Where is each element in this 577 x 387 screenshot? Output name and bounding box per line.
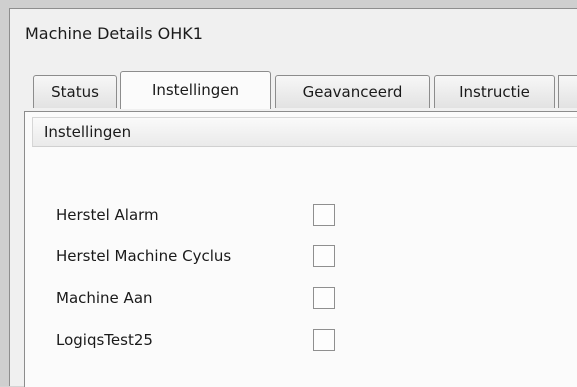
tab-overflow-edge [558,75,577,108]
window-title: Machine Details OHK1 [25,24,203,43]
herstel-machine-cyclus-checkbox[interactable] [313,245,335,267]
machine-aan-checkbox[interactable] [313,287,335,309]
setting-label: LogiqsTest25 [56,331,153,349]
settings-group-header: Instellingen [32,117,577,147]
setting-label: Herstel Machine Cyclus [56,247,232,265]
machine-details-window: Machine Details OHK1 Status Instellingen… [9,8,577,387]
setting-label: Herstel Alarm [56,206,159,224]
setting-row-herstel-alarm: Herstel Alarm [25,201,577,229]
setting-row-logiqstest25: LogiqsTest25 [25,326,577,354]
setting-row-herstel-machine-cyclus: Herstel Machine Cyclus [25,242,577,270]
tab-status[interactable]: Status [33,75,117,108]
logiqstest25-checkbox[interactable] [313,329,335,351]
tab-geavanceerd[interactable]: Geavanceerd [275,75,430,108]
herstel-alarm-checkbox[interactable] [313,204,335,226]
setting-label: Machine Aan [56,289,153,307]
tab-instructie[interactable]: Instructie [434,75,555,108]
setting-row-machine-aan: Machine Aan [25,284,577,312]
screen-background: Machine Details OHK1 Status Instellingen… [0,0,577,387]
instellingen-panel: Instellingen Herstel Alarm Herstel Machi… [24,111,577,387]
tab-instellingen[interactable]: Instellingen [120,71,271,109]
